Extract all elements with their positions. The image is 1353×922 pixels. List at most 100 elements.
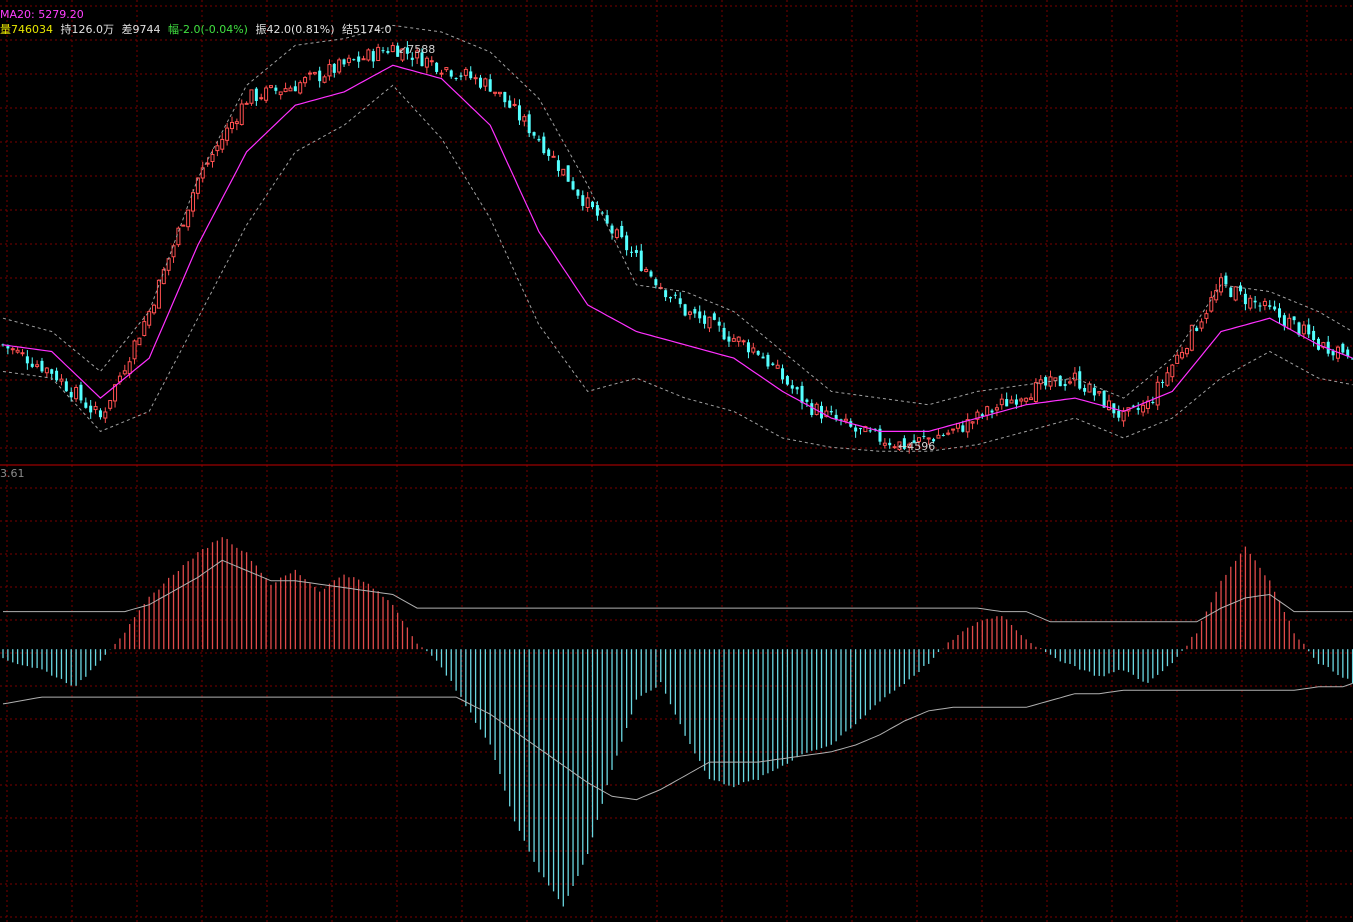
candle-body-230 [1121, 410, 1126, 422]
candle-body-210 [1024, 397, 1029, 402]
candle-155 [756, 350, 760, 356]
candle-219 [1068, 376, 1073, 385]
candle-body-206 [1005, 399, 1009, 407]
candle-body-205 [999, 398, 1004, 406]
candle-213 [1038, 374, 1043, 390]
candle-28 [137, 337, 142, 346]
candle-181 [882, 438, 887, 449]
candle-body-54 [264, 87, 269, 101]
candle-body-251 [1224, 275, 1228, 285]
candle-body-52 [254, 88, 258, 101]
candle-body-69 [337, 59, 342, 73]
candle-68 [332, 63, 336, 78]
candle-118 [576, 189, 580, 199]
band-upper-line [2, 24, 1353, 406]
candle-body-7 [35, 364, 40, 367]
candle-body-202 [985, 406, 990, 416]
candle-body-104 [508, 100, 512, 108]
candle-111 [542, 132, 546, 155]
candle-body-17 [84, 402, 88, 408]
candle-body-160 [781, 368, 785, 380]
candle-105 [512, 98, 517, 107]
candle-body-120 [585, 197, 590, 208]
candle-2 [10, 346, 15, 355]
candle-body-101 [493, 91, 498, 94]
candle-body-9 [44, 367, 49, 374]
candle-body-75 [366, 49, 371, 61]
candle-16 [79, 381, 83, 404]
candle-body-126 [614, 229, 619, 238]
candle-74 [361, 55, 366, 61]
candle-44 [215, 141, 220, 157]
candle-113 [551, 150, 556, 158]
candle-body-203 [990, 410, 994, 413]
candle-195 [951, 428, 956, 434]
candle-body-103 [503, 91, 507, 103]
candle-257 [1253, 296, 1257, 309]
candle-157 [766, 352, 770, 370]
candle-107 [522, 114, 527, 127]
candle-body-109 [532, 132, 536, 136]
candle-149 [727, 331, 731, 347]
candle-205 [999, 393, 1004, 410]
candle-body-46 [225, 127, 230, 141]
candle-229 [1117, 405, 1121, 422]
hold-label: 持 [60, 23, 72, 36]
candle-78 [381, 46, 385, 54]
candle-22 [108, 399, 113, 411]
candle-27 [132, 339, 137, 365]
candle-body-22 [108, 399, 113, 409]
candle-49 [239, 99, 244, 126]
candle-body-27 [132, 340, 137, 360]
candle-body-58 [283, 88, 288, 93]
candle-body-33 [161, 269, 166, 285]
candle-126 [614, 227, 619, 240]
candle-258 [1258, 302, 1262, 312]
candle-body-37 [181, 224, 186, 227]
price-panel[interactable] [1, 24, 1353, 454]
candle-194 [946, 429, 951, 436]
candle-252 [1229, 286, 1233, 298]
futures-chart[interactable] [0, 0, 1353, 922]
candle-body-48 [234, 121, 239, 125]
candle-91 [444, 66, 449, 72]
candle-75 [366, 48, 371, 62]
candle-239 [1165, 366, 1170, 387]
candle-59 [288, 85, 293, 92]
candle-body-213 [1038, 379, 1043, 385]
candle-5 [25, 350, 29, 370]
candle-34 [166, 258, 171, 276]
candle-body-43 [210, 154, 215, 163]
candle-body-25 [122, 370, 127, 375]
candle-139 [678, 292, 682, 308]
candle-body-181 [882, 442, 887, 446]
candle-body-264 [1287, 317, 1292, 330]
candle-body-130 [634, 250, 638, 253]
candle-body-105 [512, 103, 517, 106]
candle-250 [1219, 273, 1224, 296]
candle-body-88 [429, 60, 434, 63]
candle-25 [122, 364, 127, 376]
candle-274 [1335, 345, 1340, 363]
candle-body-269 [1312, 330, 1316, 340]
candle-body-145 [707, 316, 712, 329]
candle-body-102 [497, 91, 502, 95]
candle-body-222 [1083, 387, 1087, 392]
candle-body-246 [1199, 321, 1204, 329]
candle-body-84 [410, 57, 414, 60]
candle-264 [1287, 313, 1292, 330]
candle-30 [147, 309, 152, 329]
candle-145 [707, 316, 712, 333]
candle-215 [1048, 370, 1053, 390]
candle-4 [20, 349, 25, 357]
candle-body-197 [961, 425, 965, 432]
candle-96 [469, 66, 473, 80]
candle-50 [244, 101, 249, 105]
candle-160 [781, 364, 785, 384]
candle-body-127 [620, 225, 624, 238]
amplitude-value: 42.0(0.81%) [266, 23, 335, 36]
candle-body-113 [551, 155, 556, 158]
candle-body-131 [639, 250, 643, 271]
candle-body-114 [556, 160, 560, 171]
candle-62 [303, 76, 308, 87]
